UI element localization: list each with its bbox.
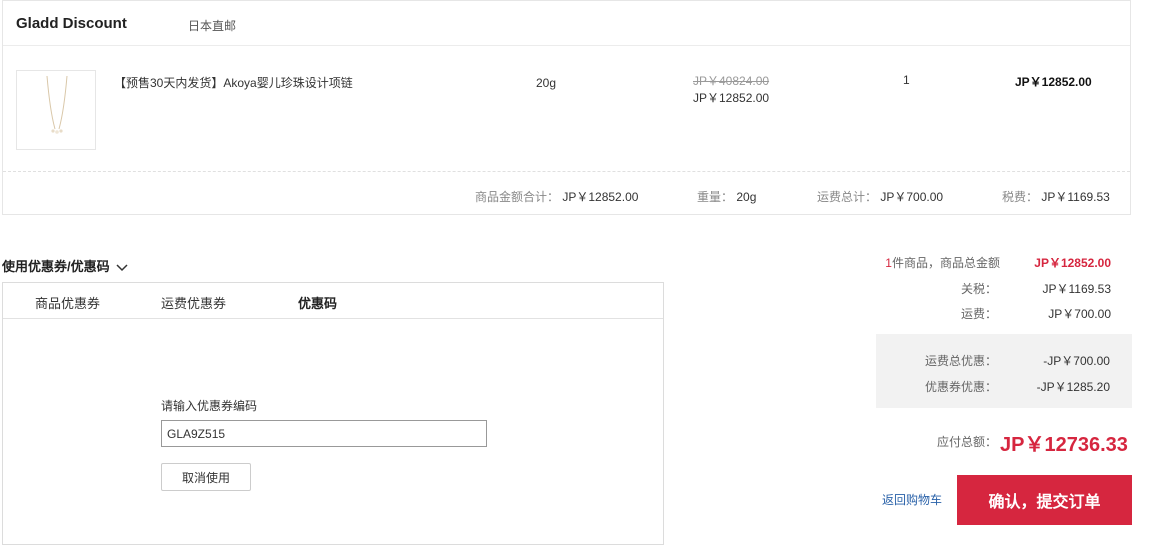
shipping-discount-value: -JP￥700.00 — [1043, 354, 1110, 368]
submit-order-button[interactable]: 确认，提交订单 — [957, 475, 1132, 525]
weight-label: 重量： — [697, 190, 734, 204]
coupon-discount-value: -JP￥1285.20 — [1036, 380, 1110, 394]
tab-shipping-coupon[interactable]: 运费优惠券 — [161, 293, 226, 312]
coupon-code-input[interactable] — [161, 420, 487, 447]
product-thumbnail[interactable] — [16, 70, 96, 150]
coupon-code-label: 请输入优惠券编码 — [161, 399, 258, 413]
items-total-label: 商品金额合计： — [475, 190, 560, 204]
duty-value: JP￥1169.53 — [1042, 282, 1112, 296]
weight-value: 20g — [736, 190, 757, 204]
coupon-discount-label: 优惠券优惠： — [924, 380, 997, 394]
unit-price: JP￥12852.00 — [693, 91, 770, 105]
store-name[interactable]: Gladd Discount — [16, 15, 127, 32]
tax-value: JP￥1169.53 — [1041, 190, 1110, 204]
divider — [3, 45, 1130, 46]
shipping-label: 运费： — [960, 307, 997, 321]
cancel-coupon-button[interactable]: 取消使用 — [161, 463, 251, 491]
back-to-cart-link[interactable]: 返回购物车 — [882, 491, 942, 508]
chevron-down-icon — [116, 264, 128, 271]
order-box: Gladd Discount 日本直邮 【预售30天内发货】Akoya婴儿珍珠设… — [2, 0, 1131, 215]
duty-label: 关税： — [960, 282, 997, 296]
store-tag: 日本直邮 — [188, 19, 237, 33]
product-weight: 20g — [536, 76, 557, 90]
payable-amount: JP￥12736.33 — [1000, 434, 1128, 456]
shipping-value: JP￥700.00 — [1048, 307, 1111, 321]
tab-product-coupon[interactable]: 商品优惠券 — [35, 293, 100, 312]
total-weight: 重量： 20g — [697, 188, 756, 205]
dashed-divider — [3, 171, 1130, 172]
shipping-total-label: 运费总计： — [817, 190, 878, 204]
coupon-panel: 商品优惠券 运费优惠券 优惠码 请输入优惠券编码 取消使用 — [2, 282, 664, 545]
goods-total-text: 件商品，商品总金额 — [891, 256, 1000, 270]
goods-total-label: 1件商品，商品总金额 — [800, 254, 1000, 271]
product-name[interactable]: 【预售30天内发货】Akoya婴儿珍珠设计项链 — [114, 74, 353, 91]
tax-total: 税费： JP￥1169.53 — [1002, 188, 1110, 205]
product-subtotal: JP￥12852.00 — [1015, 75, 1092, 89]
coupon-title: 使用优惠券/优惠码 — [2, 259, 110, 274]
tax-label: 税费： — [1002, 190, 1039, 204]
discount-summary — [876, 334, 1132, 408]
goods-total-value: JP￥12852.00 — [1034, 256, 1111, 270]
shipping-discount-label: 运费总优惠： — [924, 354, 997, 368]
tab-promo-code[interactable]: 优惠码 — [298, 293, 337, 312]
goods-count: 1 — [885, 256, 892, 270]
product-quantity: 1 — [903, 73, 910, 87]
tab-divider — [3, 318, 663, 319]
original-price: JP￥40824.00 — [693, 74, 770, 88]
payable-label: 应付总额： — [937, 435, 998, 449]
items-total: 商品金额合计： JP￥12852.00 — [475, 188, 638, 205]
shipping-total-value: JP￥700.00 — [880, 190, 944, 204]
items-total-value: JP￥12852.00 — [562, 190, 639, 204]
shipping-total: 运费总计： JP￥700.00 — [817, 188, 943, 205]
necklace-image — [46, 75, 68, 134]
coupon-toggle[interactable]: 使用优惠券/优惠码 — [2, 256, 128, 275]
